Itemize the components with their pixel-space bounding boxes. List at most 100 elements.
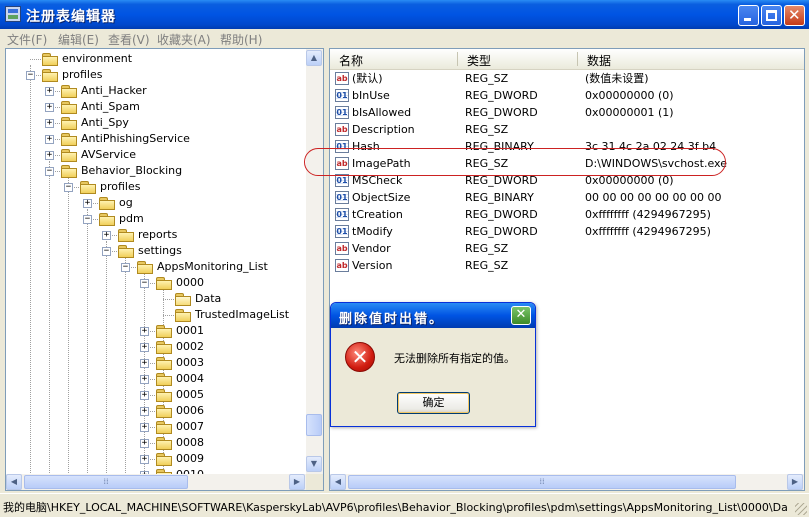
tree-node-label[interactable]: AVService: [79, 147, 138, 163]
registry-value-row[interactable]: 01 tModify REG_DWORD 0xffffffff (4294967295…: [330, 223, 804, 240]
tree-node-label[interactable]: Anti_Hacker: [79, 83, 149, 99]
tree-node-label[interactable]: og: [117, 195, 135, 211]
collapse-minus-icon[interactable]: −: [83, 215, 92, 224]
collapse-minus-icon[interactable]: −: [102, 247, 111, 256]
registry-value-row[interactable]: 01 tCreation REG_DWORD 0xffffffff (42949672…: [330, 206, 804, 223]
list-hscroll-thumb[interactable]: ⁞⁞: [348, 475, 736, 489]
registry-value-row[interactable]: 01 bInUse REG_DWORD 0x00000000 (0): [330, 87, 804, 104]
tree-vscroll-thumb[interactable]: [306, 414, 322, 436]
tree-node-label[interactable]: Anti_Spy: [79, 115, 131, 131]
tree-node-label[interactable]: 0001: [174, 323, 206, 339]
registry-tree-pane[interactable]: environment profiles − Anti_Hacker + Anti_Spa…: [5, 48, 324, 491]
tree-node-label[interactable]: Anti_Spam: [79, 99, 142, 115]
dialog-message: 无法删除所有指定的值。: [394, 352, 515, 365]
tree-node-label[interactable]: 0008: [174, 435, 206, 451]
tree-node-label[interactable]: environment: [60, 51, 134, 67]
tree-node-label[interactable]: Behavior_Blocking: [79, 163, 184, 179]
expand-plus-icon[interactable]: +: [140, 407, 149, 416]
tree-node-label[interactable]: settings: [136, 243, 184, 259]
scroll-left-arrow-icon[interactable]: ◀: [6, 474, 22, 490]
scroll-left-arrow-icon[interactable]: ◀: [330, 474, 346, 490]
scroll-down-arrow-icon[interactable]: ▼: [306, 456, 322, 472]
registry-value-row[interactable]: ab Version REG_SZ: [330, 257, 804, 274]
tree-node-label[interactable]: TrustedImageList: [193, 307, 291, 323]
tree-hscroll-thumb[interactable]: ⁞⁞: [24, 475, 188, 489]
expand-plus-icon[interactable]: +: [45, 119, 54, 128]
column-divider[interactable]: [577, 52, 578, 66]
ok-button[interactable]: 确定: [397, 392, 470, 414]
resize-grip-icon[interactable]: [795, 503, 807, 515]
tree-horizontal-scrollbar[interactable]: ◀ ⁞⁞ ▶: [6, 474, 306, 490]
dialog-title-bar[interactable]: 删除值时出错。 ✕: [331, 303, 535, 328]
registry-value-row[interactable]: ab Description REG_SZ: [330, 121, 804, 138]
tree-node-label[interactable]: 0003: [174, 355, 206, 371]
menu-view[interactable]: 查看(V): [108, 31, 150, 48]
collapse-minus-icon[interactable]: −: [140, 279, 149, 288]
scroll-right-arrow-icon[interactable]: ▶: [289, 474, 305, 490]
folder-icon: [61, 101, 77, 114]
expand-plus-icon[interactable]: +: [140, 455, 149, 464]
column-divider[interactable]: [457, 52, 458, 66]
column-header-name[interactable]: 名称: [339, 52, 363, 69]
expand-plus-icon[interactable]: +: [83, 199, 92, 208]
value-type: REG_SZ: [465, 259, 509, 272]
registry-value-row[interactable]: 01 bIsAllowed REG_DWORD 0x00000001 (1): [330, 104, 804, 121]
expand-plus-icon[interactable]: +: [45, 103, 54, 112]
collapse-minus-icon[interactable]: −: [121, 263, 130, 272]
column-header-type[interactable]: 类型: [467, 52, 491, 69]
value-type: REG_SZ: [465, 242, 509, 255]
imagepath-highlight-ellipse: [304, 148, 726, 176]
expand-plus-icon[interactable]: +: [140, 439, 149, 448]
tree-node-label[interactable]: profiles: [98, 179, 142, 195]
tree-node-label[interactable]: 0005: [174, 387, 206, 403]
tree-node-label[interactable]: 0004: [174, 371, 206, 387]
registry-value-row[interactable]: 01 ObjectSize REG_BINARY 00 00 00 00 00 00 …: [330, 189, 804, 206]
tree-vertical-scrollbar[interactable]: ▲ ▼: [306, 49, 323, 474]
expand-plus-icon[interactable]: +: [140, 327, 149, 336]
menu-edit[interactable]: 编辑(E): [58, 31, 99, 48]
tree-node-label[interactable]: AntiPhishingService: [79, 131, 192, 147]
scroll-right-arrow-icon[interactable]: ▶: [787, 474, 803, 490]
value-name: Vendor: [352, 242, 391, 255]
expand-plus-icon[interactable]: +: [45, 151, 54, 160]
tree-node-label[interactable]: 0002: [174, 339, 206, 355]
close-button[interactable]: ✕: [784, 5, 805, 26]
expand-plus-icon[interactable]: +: [140, 343, 149, 352]
expand-plus-icon[interactable]: +: [140, 391, 149, 400]
menu-file[interactable]: 文件(F): [7, 31, 47, 48]
folder-icon: [156, 389, 172, 402]
scroll-up-arrow-icon[interactable]: ▲: [306, 50, 322, 66]
folder-icon: [156, 437, 172, 450]
registry-value-row[interactable]: ab (默认) REG_SZ (数值未设置): [330, 70, 804, 87]
dialog-close-button[interactable]: ✕: [511, 306, 531, 325]
collapse-minus-icon[interactable]: −: [64, 183, 73, 192]
expand-plus-icon[interactable]: +: [45, 87, 54, 96]
tree-node-label[interactable]: Data: [193, 291, 223, 307]
minimize-button[interactable]: [738, 5, 759, 26]
collapse-minus-icon[interactable]: −: [45, 167, 54, 176]
title-bar[interactable]: 注册表编辑器 ✕: [0, 0, 809, 29]
tree-node-label[interactable]: 0007: [174, 419, 206, 435]
menu-help[interactable]: 帮助(H): [220, 31, 262, 48]
expand-plus-icon[interactable]: +: [102, 231, 111, 240]
tree-node-label[interactable]: 0006: [174, 403, 206, 419]
value-type: REG_SZ: [465, 72, 509, 85]
binary-value-icon: 01: [335, 191, 349, 204]
expand-plus-icon[interactable]: +: [140, 359, 149, 368]
expand-plus-icon[interactable]: +: [140, 423, 149, 432]
list-horizontal-scrollbar[interactable]: ◀ ⁞⁞ ▶: [330, 474, 804, 490]
tree-node-label[interactable]: pdm: [117, 211, 146, 227]
string-value-icon: ab: [335, 72, 349, 85]
tree-node-label[interactable]: 0000: [174, 275, 206, 291]
column-header-data[interactable]: 数据: [587, 52, 611, 69]
expand-plus-icon[interactable]: +: [140, 375, 149, 384]
tree-node-label[interactable]: profiles: [60, 67, 104, 83]
tree-node-label[interactable]: reports: [136, 227, 179, 243]
tree-node-label[interactable]: 0009: [174, 451, 206, 467]
tree-node-label[interactable]: AppsMonitoring_List: [155, 259, 270, 275]
menu-favorites[interactable]: 收藏夹(A): [157, 31, 211, 48]
expand-plus-icon[interactable]: +: [45, 135, 54, 144]
collapse-minus-icon[interactable]: −: [26, 71, 35, 80]
registry-value-row[interactable]: ab Vendor REG_SZ: [330, 240, 804, 257]
maximize-button[interactable]: [761, 5, 782, 26]
